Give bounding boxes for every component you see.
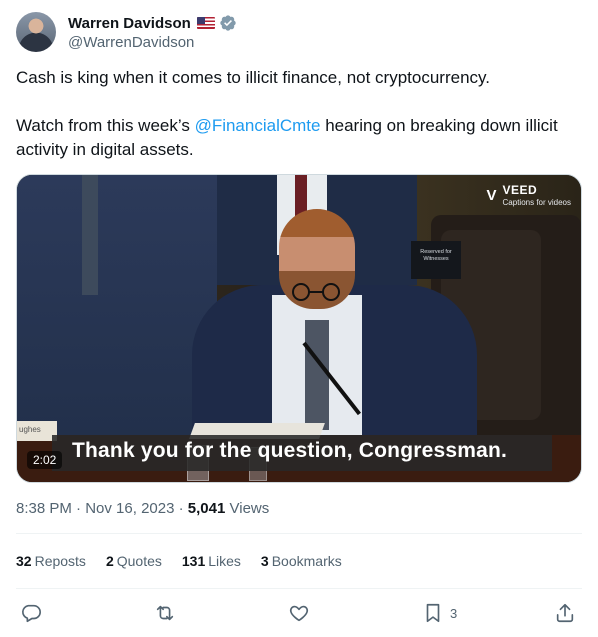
video-duration: 2:02	[27, 451, 63, 469]
views-count[interactable]: 5,041	[188, 500, 226, 517]
tweet-text: Cash is king when it comes to illicit fi…	[16, 66, 582, 162]
stat-count: 2	[105, 553, 114, 569]
bookmark-icon	[426, 603, 440, 623]
video-caption: Thank you for the question, Congressman.	[72, 439, 508, 462]
separator: ·	[76, 500, 82, 517]
nameplate: ughes	[17, 421, 57, 441]
speaker-tie	[305, 320, 329, 430]
repost-icon	[156, 605, 174, 621]
engagement-stats: 32 Reposts 2 Quotes 131 Likes 3 Bookmarks	[16, 553, 342, 569]
views-label: Views	[229, 500, 270, 517]
verified-badge-icon[interactable]	[219, 14, 237, 32]
stat-count: 3	[260, 553, 269, 569]
mention-link[interactable]: @FinancialCmte	[195, 116, 321, 135]
divider	[16, 533, 582, 534]
stat-label: Bookmarks	[271, 553, 342, 569]
stat-bookmarks[interactable]: 3 Bookmarks	[261, 553, 342, 569]
tweet-line-2-start: Watch from this week’s	[16, 116, 195, 135]
avatar[interactable]	[16, 12, 56, 52]
video-player[interactable]: Reserved for Witnesses ughes V VEED Capt…	[16, 174, 582, 483]
veed-brand: VEED	[502, 183, 538, 197]
witness-placard: Reserved for Witnesses	[411, 241, 461, 279]
reply-button[interactable]	[20, 596, 42, 630]
bookmark-button[interactable]: 3	[422, 596, 457, 630]
stat-label: Quotes	[116, 553, 162, 569]
veed-tagline: Captions for videos	[502, 198, 571, 207]
stat-count: 32	[16, 553, 32, 569]
stat-reposts[interactable]: 32 Reposts	[16, 553, 86, 569]
placard-text: Reserved for Witnesses	[420, 249, 452, 262]
stat-quotes[interactable]: 2 Quotes	[106, 553, 162, 569]
veed-text: VEED Captions for videos	[503, 183, 571, 207]
author-name-row: Warren Davidson	[68, 13, 237, 33]
tweet-line-2: Watch from this week’s @FinancialCmte he…	[16, 114, 582, 162]
separator: ·	[178, 500, 184, 517]
stat-count: 131	[181, 553, 206, 569]
reply-icon	[22, 604, 41, 623]
repost-button[interactable]	[154, 596, 176, 630]
timestamp-row: 8:38 PM · Nov 16, 2023 · 5,041 Views	[16, 500, 269, 517]
veed-watermark: V VEED Captions for videos	[487, 183, 572, 207]
share-icon	[556, 603, 574, 623]
glasses	[292, 283, 340, 301]
veed-logo: V	[486, 187, 497, 204]
stat-label: Likes	[208, 553, 241, 569]
tie-left	[82, 175, 98, 295]
stat-label: Reposts	[34, 553, 86, 569]
like-button[interactable]	[288, 596, 310, 630]
bookmark-count: 3	[450, 605, 458, 621]
tweet-line-1: Cash is king when it comes to illicit fi…	[16, 68, 490, 87]
display-name[interactable]: Warren Davidson	[68, 15, 191, 32]
author-handle[interactable]: @WarrenDavidson	[68, 34, 237, 51]
nameplate-text: ughes	[19, 425, 41, 434]
tweet-header: Warren Davidson @WarrenDavidson	[16, 12, 582, 56]
author-info: Warren Davidson @WarrenDavidson	[68, 13, 237, 51]
us-flag-icon	[196, 17, 215, 29]
divider	[16, 588, 582, 589]
action-bar: 3	[16, 596, 582, 630]
person-left	[17, 175, 217, 435]
tweet-date[interactable]: Nov 16, 2023	[85, 500, 174, 517]
like-icon	[289, 605, 309, 622]
tweet-time[interactable]: 8:38 PM	[16, 500, 72, 517]
share-button[interactable]	[554, 596, 576, 630]
stat-likes[interactable]: 131 Likes	[182, 553, 241, 569]
